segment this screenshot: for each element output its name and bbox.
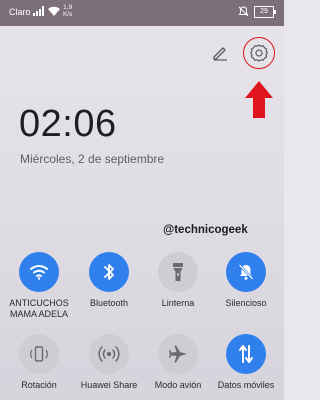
- red-up-arrow-icon: [245, 81, 273, 118]
- tile-silent-button[interactable]: [226, 252, 266, 292]
- tile-mobile-data[interactable]: Datos móviles: [213, 334, 279, 391]
- tile-wifi-button[interactable]: [19, 252, 59, 292]
- tile-flashlight-button[interactable]: [158, 252, 198, 292]
- tile-flashlight-label: Linterna: [161, 298, 195, 308]
- flashlight-icon: [173, 263, 183, 281]
- tile-airplane-mode-label: Modo avión: [154, 380, 202, 390]
- tile-silent[interactable]: Silencioso: [213, 252, 279, 309]
- watermark-text: @technicogeek: [163, 224, 248, 236]
- status-bar: Claro 1,9 K/s 29: [0, 0, 284, 26]
- tile-rotation[interactable]: Rotación: [6, 334, 72, 391]
- share-wireless-icon: [98, 346, 120, 362]
- network-speed: 1,9 K/s: [63, 4, 72, 18]
- pencil-icon[interactable]: [211, 43, 229, 61]
- tile-wifi[interactable]: ANTICUCHOS MAMA ADELA: [6, 252, 72, 320]
- tile-wifi-label-line2: MAMA ADELA: [9, 309, 69, 319]
- network-speed-value: 1,9: [63, 4, 73, 11]
- tile-wifi-label-line1: ANTICUCHOS: [9, 298, 69, 308]
- bluetooth-icon: [104, 264, 114, 280]
- clock-date: Miércoles, 2 de septiembre: [20, 152, 165, 166]
- tile-rotation-label: Rotación: [21, 380, 57, 390]
- tile-mobile-data-button[interactable]: [226, 334, 266, 374]
- gear-icon[interactable]: [249, 43, 269, 63]
- mute-icon: [238, 6, 249, 17]
- clock-time: 02:06: [19, 103, 117, 145]
- tile-rotation-button[interactable]: [19, 334, 59, 374]
- airplane-icon: [169, 345, 187, 363]
- tile-bluetooth-button[interactable]: [89, 252, 129, 292]
- tile-huawei-share-button[interactable]: [89, 334, 129, 374]
- rotation-icon: [30, 346, 48, 362]
- tile-wifi-label: ANTICUCHOS MAMA ADELA: [6, 298, 72, 320]
- tile-huawei-share[interactable]: Huawei Share: [76, 334, 142, 391]
- mobile-data-icon: [239, 345, 253, 363]
- tile-huawei-share-label: Huawei Share: [80, 380, 138, 390]
- tile-mobile-data-label: Datos móviles: [217, 380, 275, 390]
- tile-bluetooth-label: Bluetooth: [89, 298, 129, 308]
- carrier-label: Claro: [9, 7, 31, 17]
- wifi-icon: [48, 6, 60, 16]
- tile-silent-label: Silencioso: [225, 298, 267, 308]
- bell-mute-icon: [238, 264, 254, 280]
- tile-airplane-mode-button[interactable]: [158, 334, 198, 374]
- tile-bluetooth[interactable]: Bluetooth: [76, 252, 142, 309]
- signal-icon: [33, 6, 44, 16]
- quick-settings-screen: Claro 1,9 K/s 29 02:06 Miércoles, 2 de s…: [0, 0, 284, 400]
- battery-icon: 29: [254, 6, 276, 18]
- tile-airplane-mode[interactable]: Modo avión: [145, 334, 211, 391]
- wifi-icon: [30, 265, 48, 280]
- network-speed-unit: K/s: [63, 11, 73, 18]
- tile-flashlight[interactable]: Linterna: [145, 252, 211, 309]
